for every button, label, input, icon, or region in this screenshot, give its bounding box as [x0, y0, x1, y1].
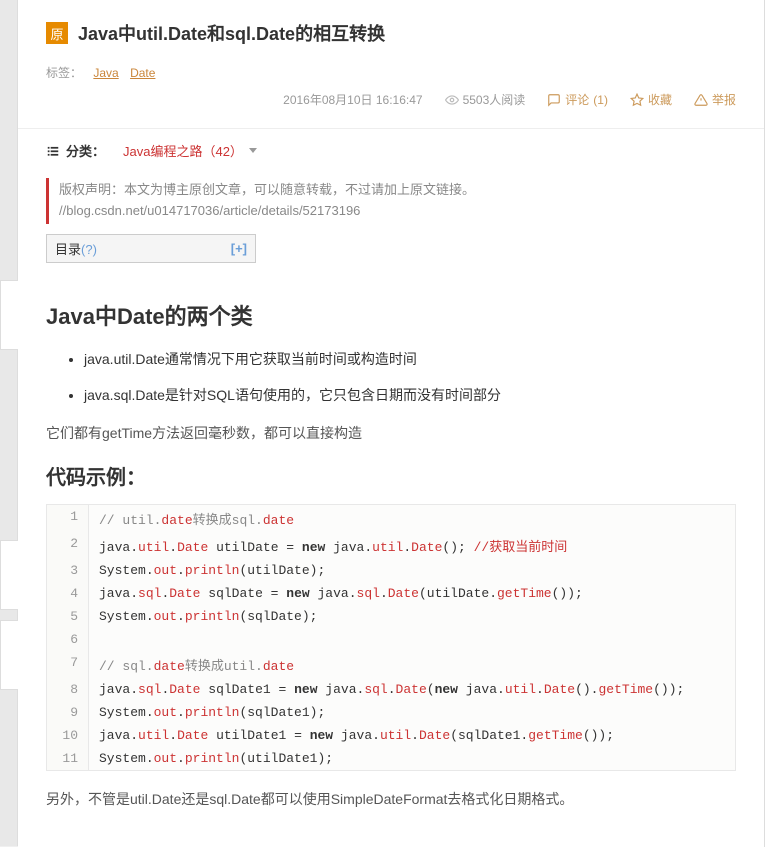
- copyright-notice: 版权声明：本文为博主原创文章，可以随意转载，不过请加上原文链接。 //blog.…: [46, 178, 736, 224]
- meta-views: 5503人阅读: [445, 91, 526, 108]
- code-content: java.util.Date utilDate = new java.util.…: [89, 532, 577, 559]
- code-content: java.util.Date utilDate1 = new java.util…: [89, 724, 624, 747]
- meta-date: 2016年08月10日 16:16:47: [283, 91, 422, 108]
- heading-1: Java中Date的两个类: [46, 299, 736, 331]
- line-number: 2: [47, 532, 89, 559]
- category-row: 分类： Java编程之路（42）: [18, 129, 764, 172]
- tag-link-date[interactable]: Date: [130, 66, 155, 80]
- code-content: System.out.println(sqlDate1);: [89, 701, 335, 724]
- article-title: Java中util.Date和sql.Date的相互转换: [78, 20, 385, 46]
- line-number: 6: [47, 628, 89, 651]
- heading-2: 代码示例：: [46, 461, 736, 490]
- list-item: java.sql.Date是针对SQL语句使用的，它只包含日期而没有时间部分: [84, 385, 736, 405]
- article-body: Java中Date的两个类 java.util.Date通常情况下用它获取当前时…: [18, 273, 764, 847]
- code-content: // sql.date转换成util.date: [89, 651, 304, 678]
- comment-icon: [547, 93, 561, 107]
- chevron-down-icon: [249, 148, 257, 153]
- origin-badge: 原: [46, 22, 68, 44]
- line-number: 7: [47, 651, 89, 678]
- article-container: 原 Java中util.Date和sql.Date的相互转换 标签： Java …: [18, 0, 765, 847]
- line-number: 3: [47, 559, 89, 582]
- code-line: 1// util.date转换成sql.date: [47, 505, 735, 532]
- toc-expand[interactable]: [+]: [231, 241, 247, 256]
- code-line: 6: [47, 628, 735, 651]
- meta-comments[interactable]: 评论(1): [547, 91, 608, 108]
- code-block: 1// util.date转换成sql.date2java.util.Date …: [46, 504, 736, 771]
- side-tab[interactable]: [0, 620, 18, 690]
- article-header: 原 Java中util.Date和sql.Date的相互转换 标签： Java …: [18, 0, 764, 116]
- code-line: 9System.out.println(sqlDate1);: [47, 701, 735, 724]
- warning-icon: [694, 93, 708, 107]
- eye-icon: [445, 93, 459, 107]
- line-number: 1: [47, 505, 89, 532]
- code-line: 8java.sql.Date sqlDate1 = new java.sql.D…: [47, 678, 735, 701]
- line-number: 8: [47, 678, 89, 701]
- tags-row: 标签： Java Date: [46, 64, 736, 81]
- code-line: 2java.util.Date utilDate = new java.util…: [47, 532, 735, 559]
- toc-label: 目录: [55, 242, 81, 257]
- code-content: [89, 628, 117, 651]
- left-gutter: [0, 0, 18, 846]
- line-number: 4: [47, 582, 89, 605]
- toc-help[interactable]: (?): [81, 242, 97, 257]
- code-line: 10java.util.Date utilDate1 = new java.ut…: [47, 724, 735, 747]
- tags-label: 标签：: [46, 66, 82, 80]
- side-tab[interactable]: [0, 540, 18, 610]
- code-content: System.out.println(utilDate1);: [89, 747, 343, 770]
- bullet-list: java.util.Date通常情况下用它获取当前时间或构造时间 java.sq…: [46, 349, 736, 405]
- paragraph: 另外，不管是util.Date还是sql.Date都可以使用SimpleDate…: [46, 789, 736, 809]
- line-number: 10: [47, 724, 89, 747]
- code-line: 5System.out.println(sqlDate);: [47, 605, 735, 628]
- code-content: // util.date转换成sql.date: [89, 505, 304, 532]
- meta-favorite[interactable]: 收藏: [630, 91, 672, 108]
- paragraph: 它们都有getTime方法返回毫秒数，都可以直接构造: [46, 423, 736, 443]
- code-content: System.out.println(sqlDate);: [89, 605, 327, 628]
- code-line: 11System.out.println(utilDate1);: [47, 747, 735, 770]
- line-number: 11: [47, 747, 89, 770]
- title-row: 原 Java中util.Date和sql.Date的相互转换: [46, 20, 736, 46]
- category-value[interactable]: Java编程之路（42）: [123, 141, 257, 160]
- code-content: java.sql.Date sqlDate1 = new java.sql.Da…: [89, 678, 694, 701]
- tag-link-java[interactable]: Java: [93, 66, 118, 80]
- toc-box[interactable]: 目录(?) [+]: [46, 234, 256, 263]
- code-line: 7// sql.date转换成util.date: [47, 651, 735, 678]
- code-line: 4java.sql.Date sqlDate = new java.sql.Da…: [47, 582, 735, 605]
- line-number: 9: [47, 701, 89, 724]
- list-item: java.util.Date通常情况下用它获取当前时间或构造时间: [84, 349, 736, 369]
- line-number: 5: [47, 605, 89, 628]
- code-content: java.sql.Date sqlDate = new java.sql.Dat…: [89, 582, 593, 605]
- code-content: System.out.println(utilDate);: [89, 559, 335, 582]
- category-label: 分类：: [46, 141, 105, 160]
- meta-report[interactable]: 举报: [694, 91, 736, 108]
- meta-row: 2016年08月10日 16:16:47 5503人阅读 评论(1) 收藏 举报: [46, 91, 736, 108]
- side-tab[interactable]: [0, 280, 18, 350]
- star-icon: [630, 93, 644, 107]
- list-icon: [46, 144, 60, 158]
- code-line: 3System.out.println(utilDate);: [47, 559, 735, 582]
